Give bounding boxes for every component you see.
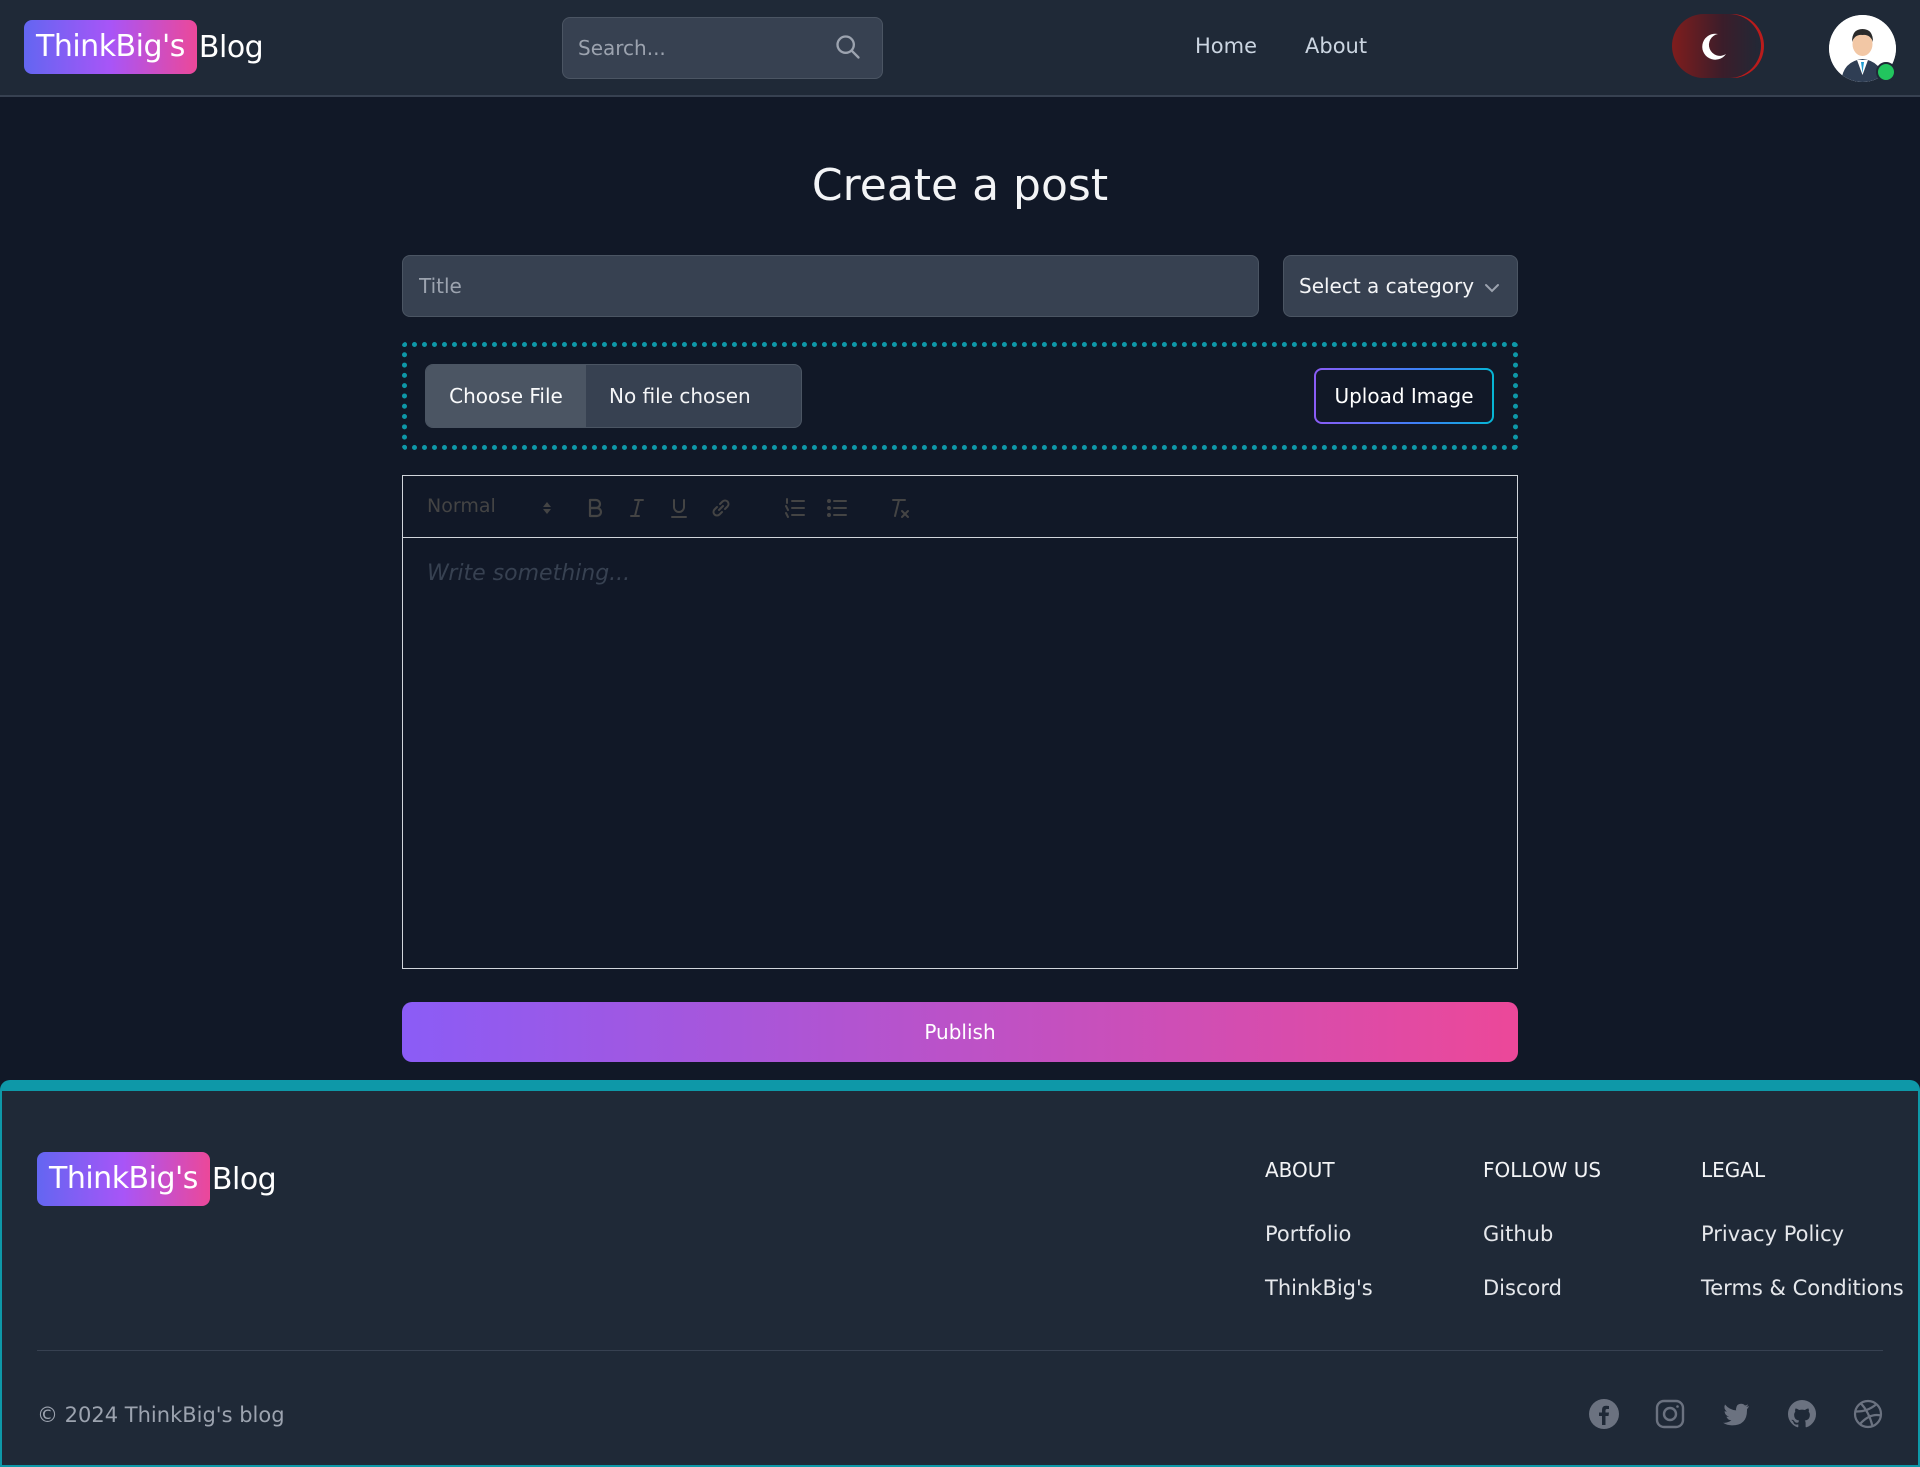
format-select[interactable]: Normal [427,495,496,517]
bullet-list-icon[interactable] [825,496,849,520]
footer-brand-text: Blog [211,1161,277,1197]
footer [0,1080,1920,1467]
nav-link-about[interactable]: About [1305,34,1367,58]
footer-link-github[interactable]: Github [1483,1222,1553,1246]
ordered-list-icon[interactable] [783,496,807,520]
rich-text-editor: Normal Write something... [402,475,1518,969]
dribbble-icon[interactable] [1852,1398,1884,1430]
clear-format-icon[interactable] [887,496,911,520]
bold-icon[interactable] [583,496,607,520]
github-icon[interactable] [1786,1398,1818,1430]
page-title: Create a post [811,160,1109,211]
footer-link-terms[interactable]: Terms & Conditions [1701,1276,1904,1300]
chevron-down-icon [1485,284,1499,293]
link-icon[interactable] [709,496,733,520]
underline-icon[interactable] [667,496,691,520]
search-icon[interactable] [834,33,862,61]
editor-toolbar: Normal [403,476,1517,538]
upload-image-label: Upload Image [1316,370,1492,422]
footer-heading-follow-us: FOLLOW US [1483,1158,1602,1182]
footer-brand-logo[interactable]: ThinkBig's Blog [37,1152,277,1206]
brand-badge: ThinkBig's [24,20,197,74]
file-input[interactable]: Choose File No file chosen [425,364,802,428]
publish-button[interactable]: Publish [402,1002,1518,1062]
moon-icon [1702,33,1726,60]
footer-brand-badge: ThinkBig's [37,1152,210,1206]
sort-arrows-icon [543,502,551,514]
title-input[interactable] [402,255,1259,317]
file-status-text: No file chosen [609,384,751,408]
brand-text: Blog [198,29,264,65]
search-input[interactable] [563,18,823,78]
navbar: ThinkBig's Blog Home About [0,0,1920,97]
footer-link-portfolio[interactable]: Portfolio [1265,1222,1351,1246]
footer-divider [37,1350,1883,1351]
upload-image-button[interactable]: Upload Image [1314,368,1494,424]
editor-placeholder[interactable]: Write something... [427,561,630,586]
choose-file-button[interactable]: Choose File [426,365,586,427]
nav-link-home[interactable]: Home [1195,34,1257,58]
brand-logo[interactable]: ThinkBig's Blog [24,20,264,74]
instagram-icon[interactable] [1654,1398,1686,1430]
category-select-label: Select a category [1299,274,1475,298]
theme-toggle[interactable] [1672,14,1764,78]
facebook-icon[interactable] [1588,1398,1620,1430]
twitter-icon[interactable] [1720,1398,1752,1430]
category-select[interactable]: Select a category [1283,255,1518,317]
italic-icon[interactable] [625,496,649,520]
footer-link-thinkbigs[interactable]: ThinkBig's [1265,1276,1373,1300]
nav-links: Home About [1195,34,1415,58]
footer-link-privacy-policy[interactable]: Privacy Policy [1701,1222,1844,1246]
footer-heading-legal: LEGAL [1701,1158,1766,1182]
online-status-dot [1876,62,1896,82]
footer-heading-about: ABOUT [1265,1158,1335,1182]
copyright-text: © 2024 ThinkBig's blog [37,1403,285,1427]
footer-link-discord[interactable]: Discord [1483,1276,1562,1300]
